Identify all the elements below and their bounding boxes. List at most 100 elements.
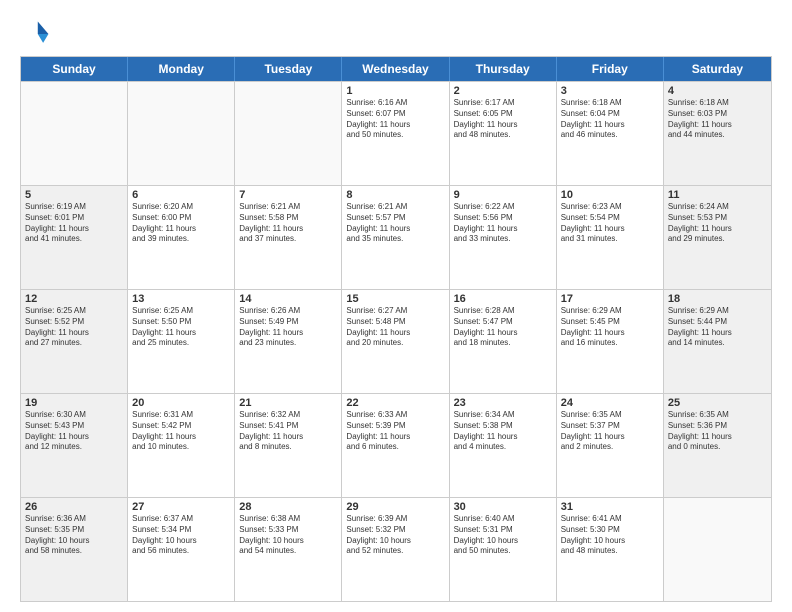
calendar-cell: 10Sunrise: 6:23 AM Sunset: 5:54 PM Dayli… xyxy=(557,186,664,289)
day-number: 28 xyxy=(239,501,337,513)
day-number: 8 xyxy=(346,189,444,201)
calendar-week-4: 19Sunrise: 6:30 AM Sunset: 5:43 PM Dayli… xyxy=(21,393,771,497)
day-number: 23 xyxy=(454,397,552,409)
day-number: 20 xyxy=(132,397,230,409)
calendar-cell: 25Sunrise: 6:35 AM Sunset: 5:36 PM Dayli… xyxy=(664,394,771,497)
cell-info: Sunrise: 6:20 AM Sunset: 6:00 PM Dayligh… xyxy=(132,202,230,245)
logo-icon xyxy=(20,18,52,50)
day-number: 21 xyxy=(239,397,337,409)
calendar-cell: 26Sunrise: 6:36 AM Sunset: 5:35 PM Dayli… xyxy=(21,498,128,601)
cell-info: Sunrise: 6:25 AM Sunset: 5:50 PM Dayligh… xyxy=(132,306,230,349)
calendar-cell: 23Sunrise: 6:34 AM Sunset: 5:38 PM Dayli… xyxy=(450,394,557,497)
calendar-week-1: 1Sunrise: 6:16 AM Sunset: 6:07 PM Daylig… xyxy=(21,81,771,185)
day-number: 29 xyxy=(346,501,444,513)
calendar-cell: 11Sunrise: 6:24 AM Sunset: 5:53 PM Dayli… xyxy=(664,186,771,289)
cell-info: Sunrise: 6:29 AM Sunset: 5:45 PM Dayligh… xyxy=(561,306,659,349)
calendar-cell: 20Sunrise: 6:31 AM Sunset: 5:42 PM Dayli… xyxy=(128,394,235,497)
calendar-cell xyxy=(128,82,235,185)
day-number: 6 xyxy=(132,189,230,201)
calendar-cell: 19Sunrise: 6:30 AM Sunset: 5:43 PM Dayli… xyxy=(21,394,128,497)
calendar-cell: 5Sunrise: 6:19 AM Sunset: 6:01 PM Daylig… xyxy=(21,186,128,289)
cell-info: Sunrise: 6:24 AM Sunset: 5:53 PM Dayligh… xyxy=(668,202,767,245)
calendar-cell xyxy=(664,498,771,601)
calendar-cell: 6Sunrise: 6:20 AM Sunset: 6:00 PM Daylig… xyxy=(128,186,235,289)
day-number: 10 xyxy=(561,189,659,201)
calendar-cell: 8Sunrise: 6:21 AM Sunset: 5:57 PM Daylig… xyxy=(342,186,449,289)
day-number: 11 xyxy=(668,189,767,201)
header-day-wednesday: Wednesday xyxy=(342,57,449,81)
day-number: 1 xyxy=(346,85,444,97)
cell-info: Sunrise: 6:16 AM Sunset: 6:07 PM Dayligh… xyxy=(346,98,444,141)
header-day-tuesday: Tuesday xyxy=(235,57,342,81)
calendar-cell: 1Sunrise: 6:16 AM Sunset: 6:07 PM Daylig… xyxy=(342,82,449,185)
cell-info: Sunrise: 6:40 AM Sunset: 5:31 PM Dayligh… xyxy=(454,514,552,557)
calendar-cell: 14Sunrise: 6:26 AM Sunset: 5:49 PM Dayli… xyxy=(235,290,342,393)
day-number: 18 xyxy=(668,293,767,305)
header xyxy=(20,18,772,50)
calendar-week-2: 5Sunrise: 6:19 AM Sunset: 6:01 PM Daylig… xyxy=(21,185,771,289)
calendar-week-5: 26Sunrise: 6:36 AM Sunset: 5:35 PM Dayli… xyxy=(21,497,771,601)
cell-info: Sunrise: 6:31 AM Sunset: 5:42 PM Dayligh… xyxy=(132,410,230,453)
cell-info: Sunrise: 6:35 AM Sunset: 5:36 PM Dayligh… xyxy=(668,410,767,453)
calendar-cell: 13Sunrise: 6:25 AM Sunset: 5:50 PM Dayli… xyxy=(128,290,235,393)
cell-info: Sunrise: 6:19 AM Sunset: 6:01 PM Dayligh… xyxy=(25,202,123,245)
day-number: 31 xyxy=(561,501,659,513)
cell-info: Sunrise: 6:32 AM Sunset: 5:41 PM Dayligh… xyxy=(239,410,337,453)
calendar-cell: 12Sunrise: 6:25 AM Sunset: 5:52 PM Dayli… xyxy=(21,290,128,393)
calendar-cell: 24Sunrise: 6:35 AM Sunset: 5:37 PM Dayli… xyxy=(557,394,664,497)
calendar-cell: 4Sunrise: 6:18 AM Sunset: 6:03 PM Daylig… xyxy=(664,82,771,185)
calendar: SundayMondayTuesdayWednesdayThursdayFrid… xyxy=(20,56,772,602)
day-number: 22 xyxy=(346,397,444,409)
day-number: 4 xyxy=(668,85,767,97)
calendar-cell: 18Sunrise: 6:29 AM Sunset: 5:44 PM Dayli… xyxy=(664,290,771,393)
cell-info: Sunrise: 6:37 AM Sunset: 5:34 PM Dayligh… xyxy=(132,514,230,557)
cell-info: Sunrise: 6:22 AM Sunset: 5:56 PM Dayligh… xyxy=(454,202,552,245)
calendar-cell xyxy=(235,82,342,185)
calendar-cell: 16Sunrise: 6:28 AM Sunset: 5:47 PM Dayli… xyxy=(450,290,557,393)
cell-info: Sunrise: 6:18 AM Sunset: 6:04 PM Dayligh… xyxy=(561,98,659,141)
calendar-cell: 29Sunrise: 6:39 AM Sunset: 5:32 PM Dayli… xyxy=(342,498,449,601)
calendar-body: 1Sunrise: 6:16 AM Sunset: 6:07 PM Daylig… xyxy=(21,81,771,601)
header-day-friday: Friday xyxy=(557,57,664,81)
cell-info: Sunrise: 6:36 AM Sunset: 5:35 PM Dayligh… xyxy=(25,514,123,557)
logo xyxy=(20,18,56,50)
cell-info: Sunrise: 6:21 AM Sunset: 5:57 PM Dayligh… xyxy=(346,202,444,245)
calendar-header: SundayMondayTuesdayWednesdayThursdayFrid… xyxy=(21,57,771,81)
cell-info: Sunrise: 6:17 AM Sunset: 6:05 PM Dayligh… xyxy=(454,98,552,141)
calendar-cell: 15Sunrise: 6:27 AM Sunset: 5:48 PM Dayli… xyxy=(342,290,449,393)
cell-info: Sunrise: 6:33 AM Sunset: 5:39 PM Dayligh… xyxy=(346,410,444,453)
page: SundayMondayTuesdayWednesdayThursdayFrid… xyxy=(0,0,792,612)
day-number: 5 xyxy=(25,189,123,201)
day-number: 19 xyxy=(25,397,123,409)
cell-info: Sunrise: 6:25 AM Sunset: 5:52 PM Dayligh… xyxy=(25,306,123,349)
cell-info: Sunrise: 6:23 AM Sunset: 5:54 PM Dayligh… xyxy=(561,202,659,245)
calendar-cell: 3Sunrise: 6:18 AM Sunset: 6:04 PM Daylig… xyxy=(557,82,664,185)
calendar-week-3: 12Sunrise: 6:25 AM Sunset: 5:52 PM Dayli… xyxy=(21,289,771,393)
header-day-monday: Monday xyxy=(128,57,235,81)
cell-info: Sunrise: 6:27 AM Sunset: 5:48 PM Dayligh… xyxy=(346,306,444,349)
day-number: 3 xyxy=(561,85,659,97)
day-number: 17 xyxy=(561,293,659,305)
cell-info: Sunrise: 6:30 AM Sunset: 5:43 PM Dayligh… xyxy=(25,410,123,453)
calendar-cell: 30Sunrise: 6:40 AM Sunset: 5:31 PM Dayli… xyxy=(450,498,557,601)
header-day-thursday: Thursday xyxy=(450,57,557,81)
cell-info: Sunrise: 6:38 AM Sunset: 5:33 PM Dayligh… xyxy=(239,514,337,557)
day-number: 14 xyxy=(239,293,337,305)
day-number: 16 xyxy=(454,293,552,305)
cell-info: Sunrise: 6:41 AM Sunset: 5:30 PM Dayligh… xyxy=(561,514,659,557)
calendar-cell: 2Sunrise: 6:17 AM Sunset: 6:05 PM Daylig… xyxy=(450,82,557,185)
cell-info: Sunrise: 6:34 AM Sunset: 5:38 PM Dayligh… xyxy=(454,410,552,453)
calendar-cell: 31Sunrise: 6:41 AM Sunset: 5:30 PM Dayli… xyxy=(557,498,664,601)
calendar-cell: 17Sunrise: 6:29 AM Sunset: 5:45 PM Dayli… xyxy=(557,290,664,393)
calendar-cell: 28Sunrise: 6:38 AM Sunset: 5:33 PM Dayli… xyxy=(235,498,342,601)
cell-info: Sunrise: 6:28 AM Sunset: 5:47 PM Dayligh… xyxy=(454,306,552,349)
calendar-cell: 27Sunrise: 6:37 AM Sunset: 5:34 PM Dayli… xyxy=(128,498,235,601)
day-number: 12 xyxy=(25,293,123,305)
calendar-cell: 22Sunrise: 6:33 AM Sunset: 5:39 PM Dayli… xyxy=(342,394,449,497)
calendar-cell xyxy=(21,82,128,185)
day-number: 24 xyxy=(561,397,659,409)
day-number: 7 xyxy=(239,189,337,201)
cell-info: Sunrise: 6:29 AM Sunset: 5:44 PM Dayligh… xyxy=(668,306,767,349)
day-number: 25 xyxy=(668,397,767,409)
day-number: 26 xyxy=(25,501,123,513)
